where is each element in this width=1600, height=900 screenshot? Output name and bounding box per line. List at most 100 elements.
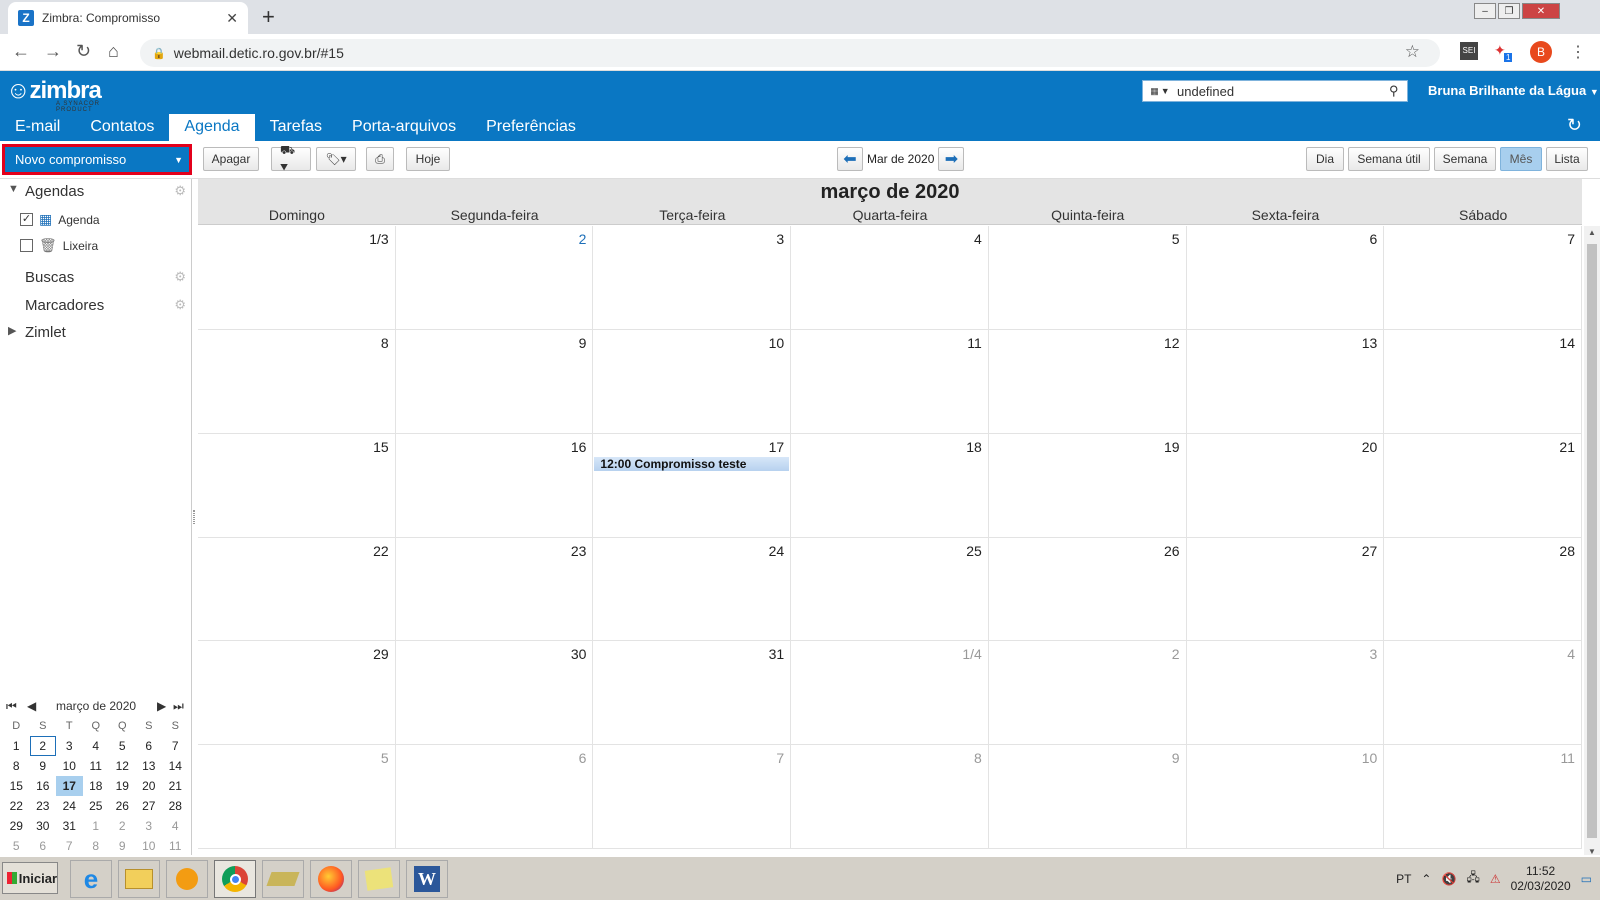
day-number[interactable]: 6 bbox=[579, 750, 587, 766]
prev-year-icon[interactable]: ⏮ bbox=[6, 699, 17, 714]
taskbar-explorer-icon[interactable] bbox=[118, 860, 160, 898]
tab-porta-arquivos[interactable]: Porta-arquivos bbox=[337, 114, 471, 141]
taskbar-ie-icon[interactable]: e bbox=[70, 860, 112, 898]
mini-day[interactable]: 24 bbox=[56, 796, 83, 816]
mini-day[interactable]: 5 bbox=[109, 736, 136, 756]
tab-agenda[interactable]: Agenda bbox=[169, 114, 255, 141]
day-cell[interactable]: 3 bbox=[1186, 641, 1385, 746]
mini-day[interactable]: 2 bbox=[29, 736, 56, 756]
day-cell[interactable]: 11 bbox=[791, 329, 989, 434]
browser-tab[interactable]: Z Zimbra: Compromisso ✕ bbox=[8, 2, 248, 34]
day-number[interactable]: 27 bbox=[1362, 543, 1378, 559]
day-cell[interactable]: 12 bbox=[988, 329, 1187, 434]
taskbar-word-icon[interactable]: W bbox=[406, 860, 448, 898]
reload-icon[interactable]: ↻ bbox=[76, 41, 91, 62]
search-type-dropdown[interactable]: ▦ ▼ bbox=[1143, 81, 1177, 101]
view-dia-button[interactable]: Dia bbox=[1306, 147, 1344, 171]
user-menu[interactable]: Bruna Brilhante da Lágua ▼ bbox=[1428, 83, 1599, 98]
day-number[interactable]: 11 bbox=[967, 335, 982, 351]
tab-tarefas[interactable]: Tarefas bbox=[255, 114, 337, 141]
taskbar-chrome-icon[interactable] bbox=[214, 860, 256, 898]
calendar-event[interactable]: 12:00 Compromisso teste bbox=[594, 456, 790, 471]
day-number[interactable]: 26 bbox=[1164, 543, 1180, 559]
taskbar-notes-icon[interactable] bbox=[358, 860, 400, 898]
view-semana-util-button[interactable]: Semana útil bbox=[1348, 147, 1430, 171]
profile-avatar[interactable]: B bbox=[1530, 41, 1552, 63]
day-number[interactable]: 28 bbox=[1559, 543, 1575, 559]
delete-button[interactable]: Apagar bbox=[203, 147, 259, 171]
day-number[interactable]: 16 bbox=[571, 439, 587, 455]
mini-day[interactable]: 20 bbox=[136, 776, 163, 796]
mini-day[interactable]: 10 bbox=[56, 756, 83, 776]
day-cell[interactable]: 10 bbox=[593, 329, 792, 434]
day-number[interactable]: 17 bbox=[769, 439, 785, 455]
close-window-icon[interactable]: ✕ bbox=[1522, 3, 1560, 19]
bookmark-star-icon[interactable]: ☆ bbox=[1405, 42, 1420, 62]
new-tab-icon[interactable]: + bbox=[262, 4, 275, 30]
day-number[interactable]: 8 bbox=[381, 335, 389, 351]
mini-day[interactable]: 15 bbox=[3, 776, 30, 796]
mini-day[interactable]: 28 bbox=[162, 796, 189, 816]
tree-zimlet[interactable]: ▶ Zimlet bbox=[0, 324, 192, 346]
menu-kebab-icon[interactable]: ⋮ bbox=[1570, 42, 1586, 62]
day-cell[interactable]: 3 bbox=[593, 226, 792, 330]
gear-icon[interactable]: ⚙ bbox=[174, 183, 186, 199]
calendar-scrollbar[interactable]: ▲ ▼ bbox=[1584, 226, 1600, 858]
day-cell[interactable]: 13 bbox=[1186, 329, 1385, 434]
day-number[interactable]: 21 bbox=[1559, 439, 1575, 455]
day-cell[interactable]: 7 bbox=[593, 745, 792, 849]
day-number[interactable]: 10 bbox=[1362, 750, 1378, 766]
day-cell[interactable]: 2 bbox=[988, 641, 1187, 746]
agenda-checkbox[interactable]: ✓ bbox=[20, 213, 33, 226]
day-cell[interactable]: 1/3 bbox=[198, 226, 396, 330]
mini-day[interactable]: 11 bbox=[83, 756, 110, 776]
day-number[interactable]: 18 bbox=[966, 439, 982, 455]
mini-day[interactable]: 1 bbox=[3, 736, 30, 756]
day-cell[interactable]: 21 bbox=[1384, 433, 1582, 538]
search-icon[interactable]: ⚲ bbox=[1389, 83, 1407, 99]
mini-day[interactable]: 3 bbox=[56, 736, 83, 756]
mini-day[interactable]: 12 bbox=[109, 756, 136, 776]
day-number[interactable]: 31 bbox=[769, 646, 785, 662]
day-cell[interactable]: 30 bbox=[395, 641, 594, 746]
forward-icon[interactable]: → bbox=[44, 41, 62, 62]
day-number[interactable]: 25 bbox=[966, 543, 982, 559]
day-number[interactable]: 24 bbox=[769, 543, 785, 559]
next-year-icon[interactable]: ⏭ bbox=[173, 699, 184, 714]
minimize-icon[interactable]: – bbox=[1474, 3, 1496, 19]
tag-button[interactable]: 🏷▾ bbox=[316, 147, 356, 171]
day-cell[interactable]: 2 bbox=[395, 226, 594, 330]
day-cell[interactable]: 8 bbox=[198, 329, 396, 434]
refresh-icon[interactable]: ↻ bbox=[1567, 115, 1582, 136]
day-number[interactable]: 11 bbox=[1560, 750, 1575, 766]
zimbra-logo[interactable]: ☺zimbra A SYNACOR PRODUCT bbox=[6, 77, 102, 113]
day-cell[interactable]: 15 bbox=[198, 433, 396, 538]
day-cell[interactable]: 9 bbox=[988, 745, 1187, 849]
day-cell[interactable]: 11 bbox=[1384, 745, 1582, 849]
day-number[interactable]: 13 bbox=[1362, 335, 1378, 351]
mini-day[interactable]: 4 bbox=[83, 736, 110, 756]
day-cell[interactable]: 18 bbox=[791, 433, 989, 538]
day-number[interactable]: 4 bbox=[1567, 646, 1575, 662]
tree-agendas[interactable]: ▼ Agendas ⚙ bbox=[0, 183, 192, 205]
network-icon[interactable]: 🖧 bbox=[1466, 868, 1479, 889]
day-number[interactable]: 14 bbox=[1559, 335, 1575, 351]
tray-expand-icon[interactable]: ⌃ bbox=[1421, 872, 1431, 886]
taskbar-media-icon[interactable] bbox=[166, 860, 208, 898]
day-cell[interactable]: 25 bbox=[791, 537, 989, 642]
mini-day[interactable]: 19 bbox=[109, 776, 136, 796]
day-cell[interactable]: 1/4 bbox=[791, 641, 989, 746]
mini-day[interactable]: 4 bbox=[162, 816, 189, 836]
day-number[interactable]: 29 bbox=[373, 646, 389, 662]
day-number[interactable]: 20 bbox=[1362, 439, 1378, 455]
mini-day[interactable]: 21 bbox=[162, 776, 189, 796]
day-number[interactable]: 6 bbox=[1369, 231, 1377, 247]
mini-day[interactable]: 22 bbox=[3, 796, 30, 816]
mini-day[interactable]: 27 bbox=[136, 796, 163, 816]
day-cell[interactable]: 4 bbox=[791, 226, 989, 330]
mini-day[interactable]: 1 bbox=[83, 816, 110, 836]
mini-day[interactable]: 17 bbox=[56, 776, 83, 796]
mini-day[interactable]: 9 bbox=[109, 836, 136, 856]
day-cell[interactable]: 28 bbox=[1384, 537, 1582, 642]
print-button[interactable]: ⎙ bbox=[366, 147, 394, 171]
